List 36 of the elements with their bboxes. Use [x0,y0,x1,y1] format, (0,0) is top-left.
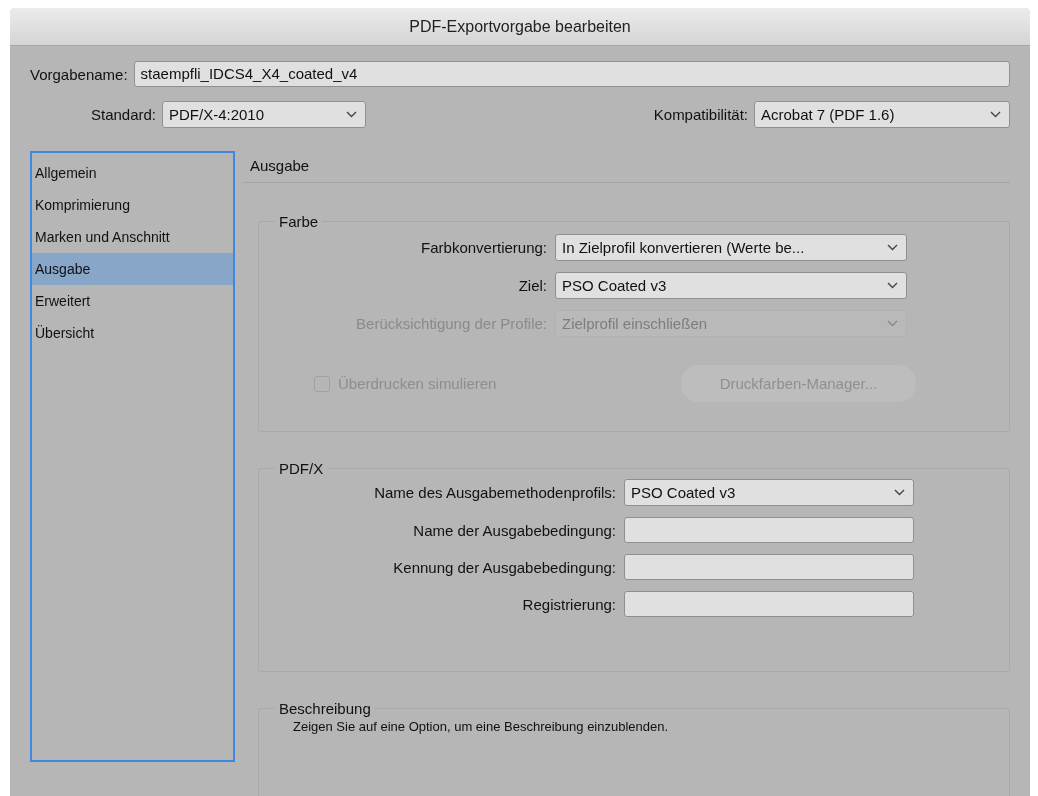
sidebar-item[interactable]: Marken und Anschnitt [32,221,233,253]
group-title: Beschreibung [278,700,372,717]
field-label: Kennung der Ausgabebedingung: [392,558,616,576]
dropdown[interactable]: PSO Coated v3 [624,479,914,506]
input-field[interactable]: staempfli_IDCS4_X4_coated_v4 [133,61,1010,87]
field-label: Kompatibilität: [653,106,748,123]
input-field[interactable] [624,517,914,543]
input-field[interactable] [624,554,914,580]
chevron-down-icon [990,111,1001,118]
section-title: Ausgabe [243,151,1010,183]
sidebar-item[interactable]: Allgemein [32,157,233,189]
window-title: PDF-Exportvorgabe bearbeiten [409,17,631,36]
sidebar-item[interactable]: Übersicht [32,317,233,349]
group-title: PDF/X [278,460,325,477]
description-text: Zeigen Sie auf eine Option, um eine Beschreibung einzublenden. [293,719,670,734]
chevron-down-icon [887,282,898,289]
chevron-down-icon [894,489,905,496]
sidebar-item[interactable]: Komprimierung [32,189,233,221]
field-label: Ziel: [517,277,547,294]
field-label: Registrierung: [521,595,616,613]
field-label: Name des Ausgabemethodenprofils: [373,484,616,501]
chevron-down-icon [346,111,357,118]
dropdown[interactable]: PDF/X-4:2010 [162,101,366,128]
group-title: Farbe [278,213,320,230]
chevron-down-icon [887,320,898,327]
field-label: Name der Ausgabebedingung: [412,521,616,539]
input-field[interactable] [624,591,914,617]
sidebar-item[interactable]: Erweitert [32,285,233,317]
field-label: Standard: [89,106,156,123]
field-label: Vorgabename: [30,65,128,83]
dropdown[interactable]: Acrobat 7 (PDF 1.6) [754,101,1010,128]
field-label: Farbkonvertierung: [420,239,547,256]
dropdown[interactable]: In Zielprofil konvertieren (Werte be... [555,234,907,261]
chevron-down-icon [887,244,898,251]
dropdown[interactable]: PSO Coated v3 [555,272,907,299]
sidebar-item[interactable]: Ausgabe [32,253,233,285]
